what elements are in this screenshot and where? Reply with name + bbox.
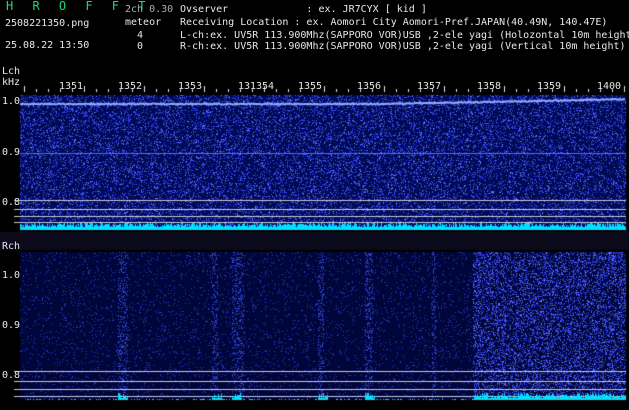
capture-datetime: 25.08.22 13:50 [5,40,90,51]
rch-label: Rch [2,241,21,252]
rch-y-label: 0.9 [2,320,21,331]
lch-unit: kHz [2,77,21,88]
rch-info-line: R-ch:ex. UV5R 113.900Mhz(SAPPORO VOR)USB… [180,41,626,52]
time-tick: 1351 [59,81,84,92]
time-tick: 1359 [537,81,562,92]
lch-label: Lch [2,66,21,77]
lch-info-line: L-ch:ex. UV5R 113.900Mhz(SAPPORO VOR)USB… [180,30,629,41]
rch-y-label: 0.8 [2,370,21,381]
time-tick: 1354 [250,81,275,92]
time-tick: 13 [238,81,251,92]
time-tick: 1356 [357,81,382,92]
lch-meteor-count: 4 [137,30,144,41]
lch-y-label: 0.9 [2,147,21,158]
time-tick: 1352 [118,81,143,92]
file-name: 2508221350.png [5,18,90,29]
location-line: Receiving Location : ex. Aomori City Aom… [180,17,608,28]
observer-line: Ovserver : ex. JR7CYX [ kid ] [180,4,427,15]
time-tick: 1353 [178,81,203,92]
time-tick: 1358 [477,81,502,92]
channel-mode: 2ch 0.30 [125,4,174,15]
time-tick: 1400 [597,81,622,92]
lch-y-label: 0.8 [2,197,21,208]
time-tick: 1357 [417,81,442,92]
waterfall-spectrogram [0,0,629,410]
time-tick: 1355 [298,81,323,92]
lch-y-label: 1.0 [2,96,21,107]
meteor-count-label: meteor [125,17,162,28]
rch-meteor-count: 0 [137,41,144,52]
rch-y-label: 1.0 [2,270,21,281]
